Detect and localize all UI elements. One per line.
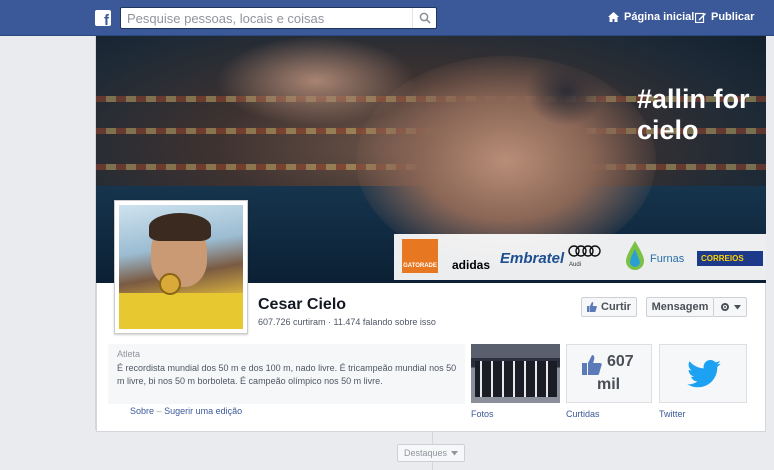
thumbs-up-icon [587,302,597,312]
message-button[interactable]: Mensagem [646,297,714,317]
like-button-label: Curtir [601,301,631,313]
page-category: Atleta [117,349,141,359]
likes-summary: 607.726 curtiram · 11.474 falando sobre … [258,317,436,327]
search-box [120,7,437,29]
photo-banner [471,344,560,358]
link-separator: – [156,406,162,416]
photo-thumbnail [475,361,557,397]
likes-tile-label[interactable]: Curtidas [566,409,600,419]
home-icon [608,12,619,22]
home-label: Página inicial [624,11,695,23]
cover-hashtag: #allin for cielo [637,84,750,145]
embratel-logo: Embratel [500,250,565,267]
highlights-dropdown[interactable]: Destaques [397,444,465,462]
audi-rings-icon [568,245,601,257]
edit-icon [695,12,706,23]
audi-logo: Audi [569,262,582,268]
photos-tile[interactable] [471,344,560,403]
photo-shirt [119,293,243,329]
search-icon [419,12,431,24]
like-button[interactable]: Curtir [581,297,637,317]
suggest-edit-link[interactable]: Sugerir uma edição [164,406,242,416]
profile-photo [119,205,243,329]
top-navigation-bar: f Página inicial Publicar [0,0,774,36]
profile-picture[interactable] [114,200,248,334]
likes-tile[interactable]: 607 mil [566,344,652,403]
page-title[interactable]: Cesar Cielo [258,296,346,314]
twitter-tile-label[interactable]: Twitter [659,409,686,419]
adidas-logo: adidas [452,258,491,272]
swim-cap [526,56,606,126]
about-links: Sobre – Sugerir uma edição [130,406,242,416]
gear-icon [720,303,729,311]
thumbs-up-icon [582,355,602,375]
likes-count-unit: mil [597,376,621,393]
photo-hair [149,213,211,241]
likes-count: 607 [607,353,634,370]
swimmer-arm [216,36,416,126]
furnas-logo: Furnas [650,253,685,265]
highlights-label: Destaques [403,448,448,458]
chevron-down-icon [733,304,741,309]
home-link[interactable]: Página inicial [608,11,694,23]
publish-label: Publicar [711,11,755,23]
gatorade-logo: GATORADE [402,239,438,273]
facebook-logo-icon[interactable]: f [95,10,111,28]
chevron-down-icon [451,450,459,455]
page-options-button[interactable] [714,297,747,317]
twitter-tile[interactable] [659,344,747,403]
search-button[interactable] [412,8,436,28]
about-text: É recordista mundial dos 50 m e dos 100 … [117,363,457,386]
search-input[interactable] [121,8,411,28]
photo-medal [159,273,181,295]
publish-link[interactable]: Publicar [695,11,754,23]
furnas-drop-icon [626,241,644,270]
message-button-label: Mensagem [651,301,709,313]
correios-logo: CORREIOS [697,251,763,266]
twitter-bird-icon [687,360,721,388]
about-link[interactable]: Sobre [130,406,154,416]
photos-tile-label[interactable]: Fotos [471,409,494,419]
